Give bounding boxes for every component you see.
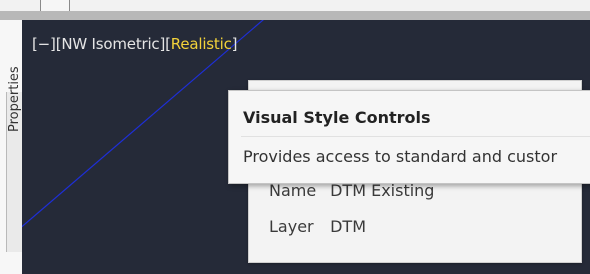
toolbar-strip [0,11,590,20]
property-key: Layer [269,217,314,236]
drawing-tab[interactable] [40,0,70,11]
tooltip-divider [241,136,590,137]
tooltip: Visual Style Controls Provides access to… [228,90,590,184]
visual-style-controls[interactable]: Realistic [171,35,232,53]
viewport-controls: [−][NW Isometric][Realistic] [32,35,237,53]
property-value: DTM [330,217,366,236]
properties-palette-label: Properties [7,66,22,132]
tooltip-description: Provides access to standard and custor [243,147,558,166]
viewport-minimize-control[interactable]: [−] [32,35,56,53]
window-title-bar [0,0,590,20]
property-row-layer: Layer DTM [269,217,366,236]
tooltip-title: Visual Style Controls [243,108,431,127]
visual-style-close-bracket: ] [231,35,238,53]
view-controls[interactable]: [NW Isometric] [56,35,166,53]
